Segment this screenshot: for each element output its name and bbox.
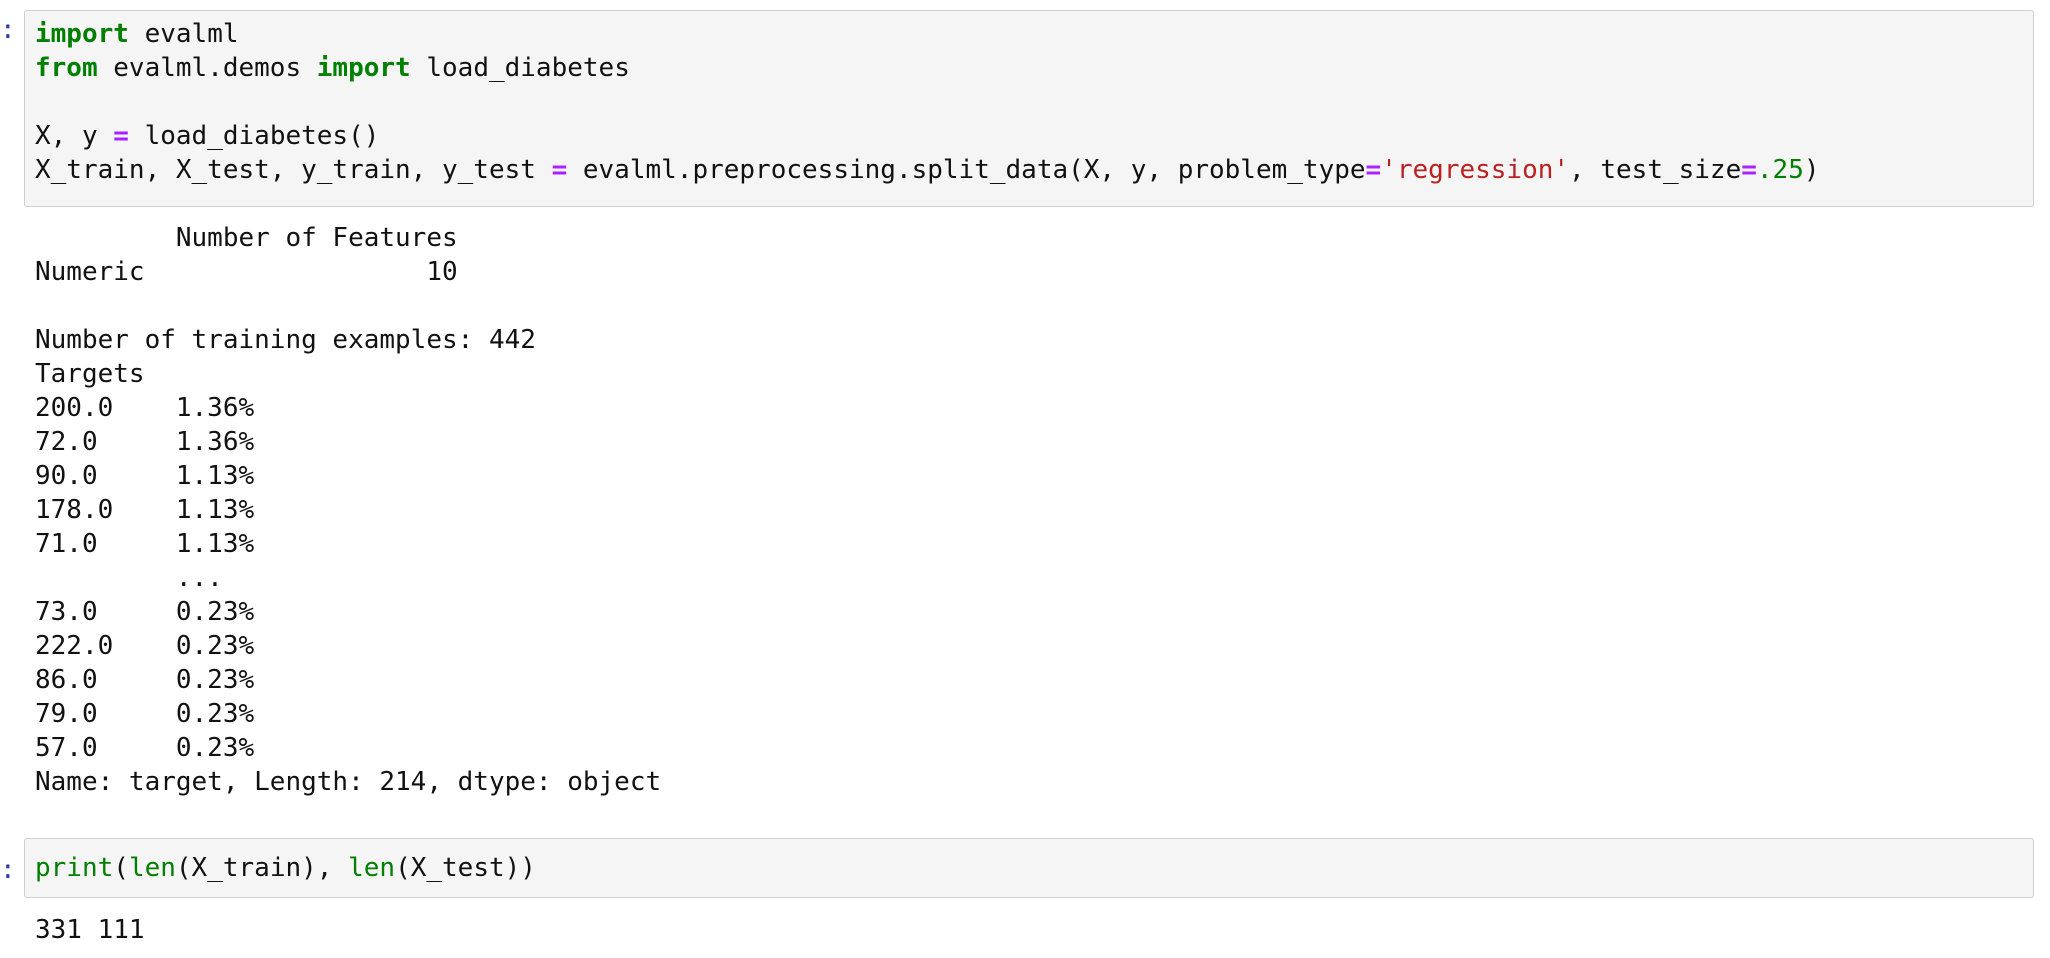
keyword: import (35, 19, 129, 49)
output-line: Targets (35, 359, 145, 389)
builtin-function: len (348, 853, 396, 883)
code-cell-input[interactable]: import evalml from evalml.demos import l… (24, 10, 2034, 207)
operator: = (551, 155, 568, 185)
cell-prompt: : (0, 15, 16, 45)
code-text: evalml.preprocessing.split_data(X, y, pr… (567, 155, 1366, 185)
output-line: Number of training examples: 442 (35, 325, 536, 355)
code-line: import evalml (35, 17, 239, 51)
keyword: import (316, 53, 411, 83)
output-line: 90.0 1.13% (35, 461, 255, 491)
code-line: print(len(X_train), len(X_test)) (35, 851, 536, 885)
code-line: X, y = load_diabetes() (35, 119, 379, 153)
code-text: evalml (128, 19, 239, 49)
code-text: ( (113, 853, 129, 883)
code-text: load_diabetes() (128, 121, 380, 151)
builtin-function: print (35, 853, 114, 883)
operator: = (113, 121, 129, 151)
output-line: 73.0 0.23% (35, 597, 255, 627)
code-text: load_diabetes (410, 53, 630, 83)
operator: = (1741, 155, 1757, 185)
code-text: , test_size (1569, 155, 1742, 185)
code-line: from evalml.demos import load_diabetes (35, 51, 630, 85)
keyword: from (35, 53, 98, 83)
output-line: Numeric 10 (35, 257, 458, 287)
code-text: X_train, X_test, y_train, y_test (35, 155, 552, 185)
output-line: 222.0 0.23% (35, 631, 255, 661)
output-line: 200.0 1.36% (35, 393, 255, 423)
cell-prompt: : (0, 855, 16, 885)
output-line: 86.0 0.23% (35, 665, 255, 695)
output-line: Name: target, Length: 214, dtype: object (35, 767, 662, 797)
code-text: ) (1803, 155, 1820, 185)
cell-output-text: 331 111 (35, 915, 145, 945)
output-line: 71.0 1.13% (35, 529, 255, 559)
operator: = (1365, 155, 1382, 185)
code-text: X, y (35, 121, 114, 151)
output-line: 57.0 0.23% (35, 733, 255, 763)
output-line: 178.0 1.13% (35, 495, 255, 525)
output-line: 79.0 0.23% (35, 699, 255, 729)
code-text: (X_test)) (395, 853, 536, 883)
code-cell-input[interactable]: print(len(X_train), len(X_test)) (24, 838, 2034, 898)
code-line: X_train, X_test, y_train, y_test = evalm… (35, 153, 1820, 187)
output-line: 72.0 1.36% (35, 427, 255, 457)
output-line: Number of Features (35, 223, 458, 253)
builtin-function: len (128, 853, 176, 883)
code-text: (X_train), (175, 853, 349, 883)
string-literal: 'regression' (1381, 155, 1570, 185)
number-literal: .25 (1756, 155, 1804, 185)
output-line: ... (35, 563, 223, 593)
code-text: evalml.demos (97, 53, 317, 83)
